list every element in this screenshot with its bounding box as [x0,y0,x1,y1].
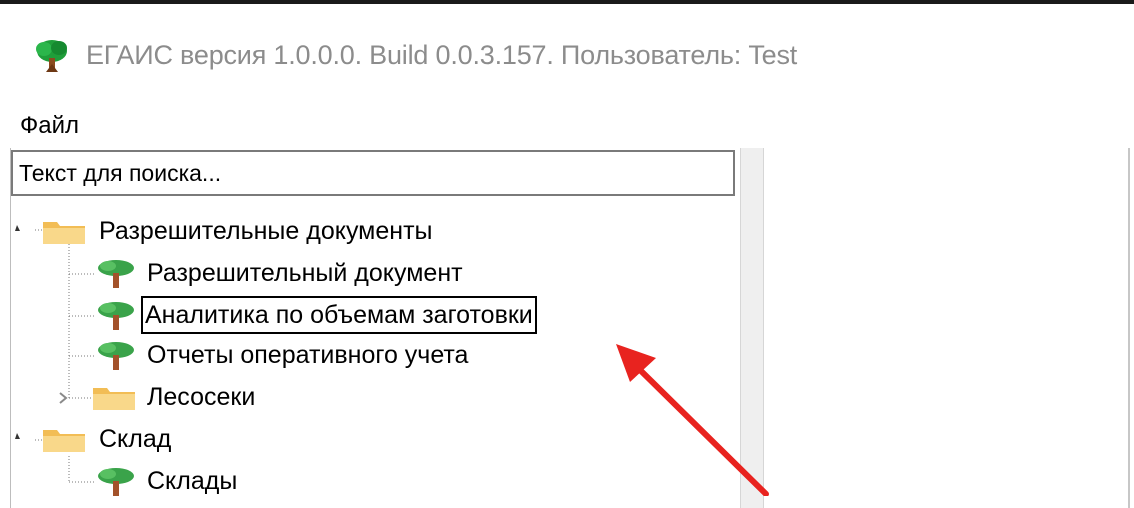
content-panel-border [1128,148,1130,508]
tree-icon [98,302,134,330]
tree-node[interactable]: Разрешительные документы [11,212,739,252]
expanded-arrow-icon[interactable] [13,430,29,446]
folder-icon [43,430,85,452]
tree-icon [98,342,134,370]
folder-icon [43,222,85,244]
tree-node-label: Разрешительные документы [99,217,433,245]
menu-file[interactable]: Файл [18,112,81,140]
tree-node[interactable]: Разрешительный документ [11,254,739,294]
chevron-right-icon[interactable] [55,390,71,406]
tree-node-label: Отчеты оперативного учета [147,341,469,369]
tree-node-label: Лесосеки [147,383,256,411]
search-input[interactable] [11,150,735,196]
tree-node-label: Склад [99,425,172,453]
tree-node-label: Склады [147,467,238,495]
tree-icon [98,468,134,496]
folder-icon [93,388,135,410]
content-panel [764,148,1134,508]
tree-app-icon [36,40,67,72]
tree-node-label: Разрешительный документ [147,259,463,287]
menu-bar: Файл [0,100,1134,146]
window-title: ЕГАИС версия 1.0.0.0. Build 0.0.3.157. П… [86,40,798,70]
annotation-arrow-icon [616,344,769,496]
expanded-arrow-icon[interactable] [13,222,29,238]
title-bar: ЕГАИС версия 1.0.0.0. Build 0.0.3.157. П… [0,4,1134,94]
tree-node-label: Аналитика по объемам заготовки [141,296,537,334]
tree-icon [98,260,134,288]
